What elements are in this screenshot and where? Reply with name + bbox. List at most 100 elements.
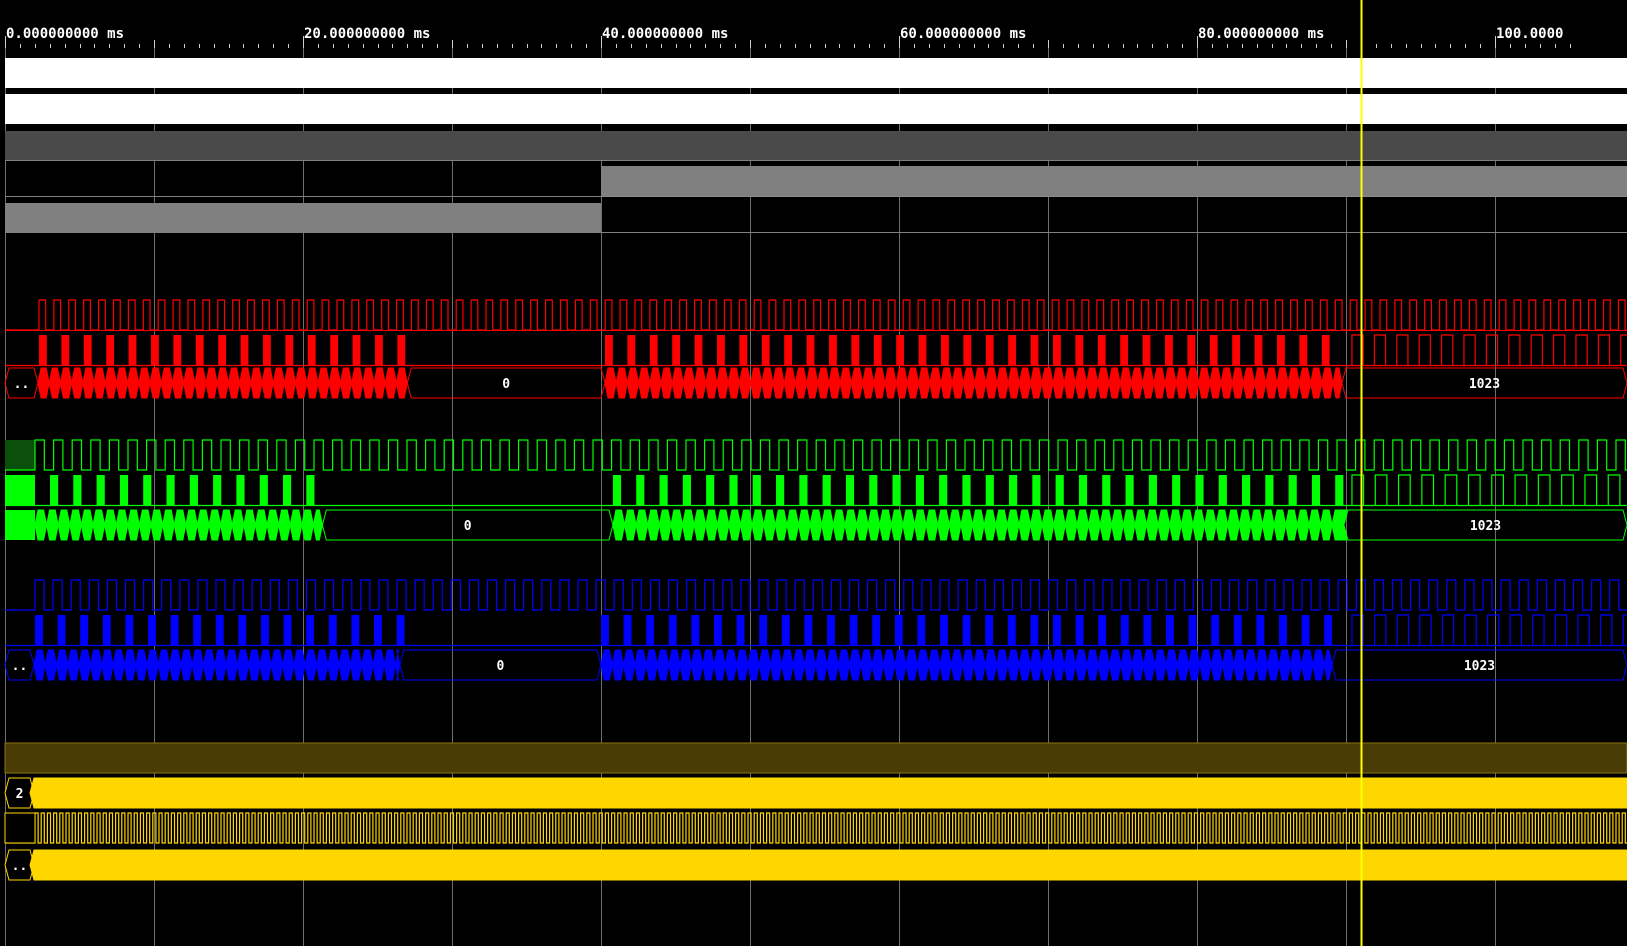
green-start-block <box>5 475 35 505</box>
data-pulse <box>1288 475 1297 505</box>
bus-transition <box>67 649 80 681</box>
yellow-clock-start <box>4 812 36 844</box>
data-pulse <box>215 615 224 645</box>
bus-transition <box>713 649 726 681</box>
bus-transition <box>774 509 788 541</box>
bus-transition <box>906 367 920 399</box>
data-pulse <box>827 615 835 645</box>
bus-transition <box>761 367 774 399</box>
bus-transition <box>690 649 704 681</box>
bus-transition <box>1238 509 1252 541</box>
bus-transition <box>115 367 129 399</box>
data-pulse <box>896 335 905 365</box>
data-pulse <box>759 615 768 645</box>
signal-yellow-bus-dots[interactable]: .. <box>4 849 1627 881</box>
bus-transition <box>56 649 69 681</box>
signal-white-2[interactable] <box>5 94 1627 124</box>
data-pulse <box>170 615 179 645</box>
signal-yellow-dark-bus[interactable] <box>4 742 1627 774</box>
data-pulse <box>1209 335 1218 365</box>
bus-transition <box>1233 649 1246 681</box>
data-pulse <box>1165 335 1173 365</box>
bus-transition <box>173 509 187 541</box>
bus-transition <box>138 509 152 541</box>
bus-transition <box>34 509 48 541</box>
signal-gray-high-before-40[interactable] <box>5 203 601 233</box>
bus-transition <box>668 649 681 681</box>
bus-transition <box>798 509 811 541</box>
data-pulse <box>213 475 222 505</box>
bus-transition <box>306 367 319 399</box>
bus-transition <box>92 509 106 541</box>
bus-transition <box>645 649 659 681</box>
data-pulse <box>1301 615 1310 645</box>
bus-value-label: .. <box>12 659 28 674</box>
bus-value-label: 0 <box>497 659 505 674</box>
bus-transition <box>983 509 997 541</box>
bus-transition <box>995 649 1009 681</box>
bus-transition <box>826 649 839 681</box>
bus-transition <box>751 509 765 541</box>
bus-transition <box>1063 367 1076 399</box>
signal-yellow-bus-2[interactable]: 2 <box>4 777 1627 809</box>
bus-transition <box>1192 509 1206 541</box>
bus-transition <box>658 509 672 541</box>
data-pulse <box>128 335 137 365</box>
signal-white-1[interactable] <box>5 58 1627 88</box>
bus-transition <box>383 649 397 681</box>
bus-transition <box>127 367 140 399</box>
data-pulse <box>238 615 247 645</box>
bus-transition <box>693 509 707 541</box>
bus-transition <box>844 509 858 541</box>
bus-transition <box>59 367 73 399</box>
waveform-canvas[interactable]: 0.000000000 ms 20.000000000 ms 40.00000000… <box>0 0 1627 946</box>
data-pulse <box>283 615 292 645</box>
data-pulse <box>799 475 808 505</box>
data-pulse <box>612 475 622 505</box>
bus-transition <box>1287 367 1300 399</box>
bus-transition <box>925 509 939 541</box>
bus-transition <box>1320 509 1333 541</box>
bus-transition <box>1310 367 1323 399</box>
bus-transition <box>160 367 173 399</box>
bus-transition <box>832 509 846 541</box>
bus-transition <box>1064 509 1078 541</box>
bus-transition <box>809 509 823 541</box>
data-pulse <box>939 475 948 505</box>
bus-transition <box>162 509 175 541</box>
signal-gray-bus[interactable] <box>5 131 1627 161</box>
bus-transition <box>123 649 137 681</box>
bus-transition <box>940 367 953 399</box>
bus-transition <box>786 509 800 541</box>
bus-transition <box>962 367 976 399</box>
bus-transition <box>93 367 106 399</box>
bus-transition <box>1041 367 1054 399</box>
bus-transition <box>361 649 374 681</box>
bus-transition <box>243 509 256 541</box>
bus-transition <box>1204 509 1217 541</box>
data-pulse <box>985 615 994 645</box>
bus-transition <box>626 367 640 399</box>
bus-transition <box>817 367 830 399</box>
signal-gray-high-after-40[interactable] <box>601 166 1627 196</box>
bus-transition <box>647 509 660 541</box>
data-pulse <box>96 475 105 505</box>
bus-transition <box>769 649 783 681</box>
data-pulse <box>1030 615 1039 645</box>
bus-transition <box>1018 367 1032 399</box>
data-pulse <box>739 335 748 365</box>
data-pulse <box>1030 335 1039 365</box>
bus-transition <box>1321 367 1334 399</box>
bus-transition <box>860 649 873 681</box>
data-pulse <box>193 615 202 645</box>
signal-green-clock[interactable] <box>5 439 1627 471</box>
bus-transition <box>1176 649 1190 681</box>
bus-transition <box>716 367 729 399</box>
data-pulse <box>784 335 793 365</box>
bus-transition <box>183 367 196 399</box>
data-pulse <box>73 475 82 505</box>
bus-transition <box>1097 367 1110 399</box>
bus-transition <box>1063 649 1077 681</box>
bus-transition <box>317 367 330 399</box>
signal-yellow-clock[interactable] <box>5 812 1627 844</box>
